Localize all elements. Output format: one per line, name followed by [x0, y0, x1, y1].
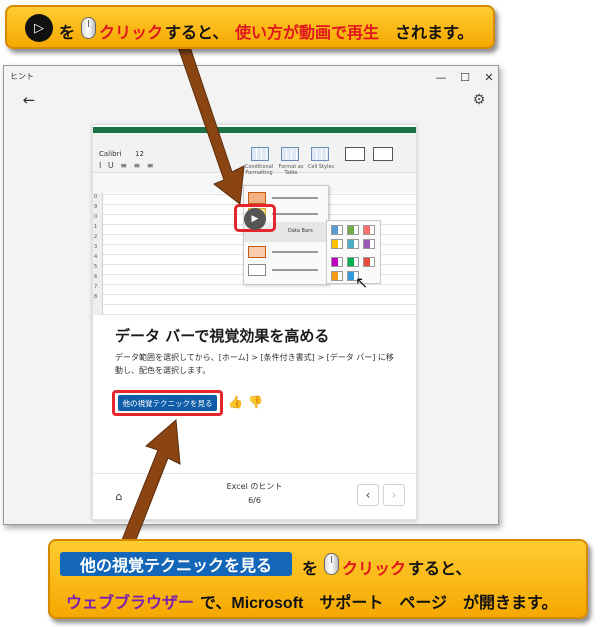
menu-line [272, 197, 318, 199]
data-bar-swatch [363, 239, 375, 249]
close-button[interactable]: ✕ [476, 68, 502, 86]
play-button[interactable]: ▶ [234, 204, 276, 232]
data-bar-swatch [347, 257, 359, 267]
tip-title: データ バーで視覚効果を高める [115, 327, 330, 345]
ribbon-label: Conditional Formatting [244, 164, 274, 176]
mouse-cursor-icon: ↖ [355, 273, 369, 292]
data-bar-swatch [347, 225, 359, 235]
menu-line [272, 269, 318, 271]
back-arrow-icon[interactable]: ← [18, 90, 40, 110]
data-bar-swatch [363, 225, 375, 235]
menu-icon [248, 246, 266, 258]
play-icon: ▶ [244, 208, 266, 230]
callout-text: を [59, 25, 76, 42]
callout-text: されます。 [395, 25, 474, 42]
callout-text: クリック [99, 25, 164, 42]
data-bar-swatch [331, 225, 343, 235]
row-number: 0 [94, 194, 98, 200]
font-format-icons: I U ≡ ≡ ≡ [99, 161, 156, 170]
data-bar-swatch [331, 257, 343, 267]
thumbs-up-icon[interactable]: 👍 [228, 395, 243, 409]
format-as-table-icon [281, 147, 299, 161]
title-bar: ヒント — ☐ ✕ [4, 66, 498, 88]
ribbon-label: Format as Table [278, 164, 304, 176]
cell-styles-icon [311, 147, 329, 161]
mouse-icon [81, 17, 96, 39]
top-callout: ▷ を クリック すると、 使い方が動画で再生 されます。 [5, 5, 495, 49]
row-number: 8 [94, 294, 98, 300]
conditional-formatting-icon [251, 147, 269, 161]
row-number: 2 [94, 234, 98, 240]
data-bar-swatch [331, 239, 343, 249]
data-bar-swatch [331, 271, 343, 281]
conditional-formatting-menu: Data Bars [243, 185, 329, 285]
tips-window: ヒント — ☐ ✕ ← ⚙ Calibri 12 I U ≡ ≡ ≡ Condi… [3, 65, 499, 525]
ribbon-label: Cell Styles [307, 164, 335, 170]
gear-icon[interactable]: ⚙ [468, 90, 490, 110]
callout-text: すると、 [408, 561, 472, 578]
menu-icon [248, 192, 266, 204]
tip-card: Calibri 12 I U ≡ ≡ ≡ Conditional Formatt… [92, 124, 417, 520]
callout-text: すると、 [165, 25, 229, 42]
callout-text: で、Microsoft サポート ページ が開きます。 [200, 595, 558, 612]
tip-video[interactable]: Calibri 12 I U ≡ ≡ ≡ Conditional Formatt… [93, 127, 416, 315]
mouse-icon [324, 553, 339, 575]
previous-tip-button[interactable]: ‹ [357, 484, 379, 506]
menu-item-data-bars: Data Bars [288, 228, 313, 234]
ribbon-box-icon [373, 147, 393, 161]
row-number: 7 [94, 284, 98, 290]
play-icon: ▷ [25, 14, 53, 42]
row-number: 1 [94, 224, 98, 230]
callout-text: を [302, 561, 319, 578]
font-size-box: 12 [135, 150, 144, 158]
data-bar-swatch [363, 257, 375, 267]
data-bar-swatch [347, 239, 359, 249]
see-more-badge: 他の視覚テクニックを見る [60, 552, 292, 576]
menu-line [272, 213, 318, 215]
row-number: 6 [94, 274, 98, 280]
callout-text: クリック [342, 561, 407, 578]
menu-line [272, 251, 318, 253]
font-name-box: Calibri [99, 150, 122, 158]
see-more-highlight: 他の視覚テクニックを見る [112, 390, 223, 416]
data-bars-submenu [326, 220, 381, 284]
card-footer: ⌂ Excel のヒント 6/6 ‹ › [93, 473, 416, 519]
row-number: 9 [94, 204, 98, 210]
row-number: 0 [94, 214, 98, 220]
ribbon-box-icon [345, 147, 365, 161]
see-more-button[interactable]: 他の視覚テクニックを見る [118, 395, 217, 411]
row-number: 4 [94, 254, 98, 260]
row-number: 3 [94, 244, 98, 250]
tip-description: データ範囲を選択してから、[ホーム] > [条件付き書式] > [データ バー]… [115, 353, 394, 375]
ribbon: Calibri 12 I U ≡ ≡ ≡ Conditional Formatt… [93, 133, 416, 176]
thumbs-down-icon[interactable]: 👎 [248, 395, 263, 409]
row-headers: 0 9 0 1 2 3 4 5 6 7 8 [93, 193, 103, 315]
window-title: ヒント [10, 72, 34, 81]
bottom-callout: 他の視覚テクニックを見る を クリック すると、 ウェブブラウザー で、Micr… [48, 539, 588, 619]
row-number: 5 [94, 264, 98, 270]
callout-text: ウェブブラウザー [66, 595, 195, 612]
minimize-button[interactable]: — [428, 68, 454, 86]
next-tip-button[interactable]: › [383, 484, 405, 506]
callout-text: 使い方が動画で再生 [235, 25, 380, 42]
maximize-button[interactable]: ☐ [452, 68, 478, 86]
menu-icon [248, 264, 266, 276]
